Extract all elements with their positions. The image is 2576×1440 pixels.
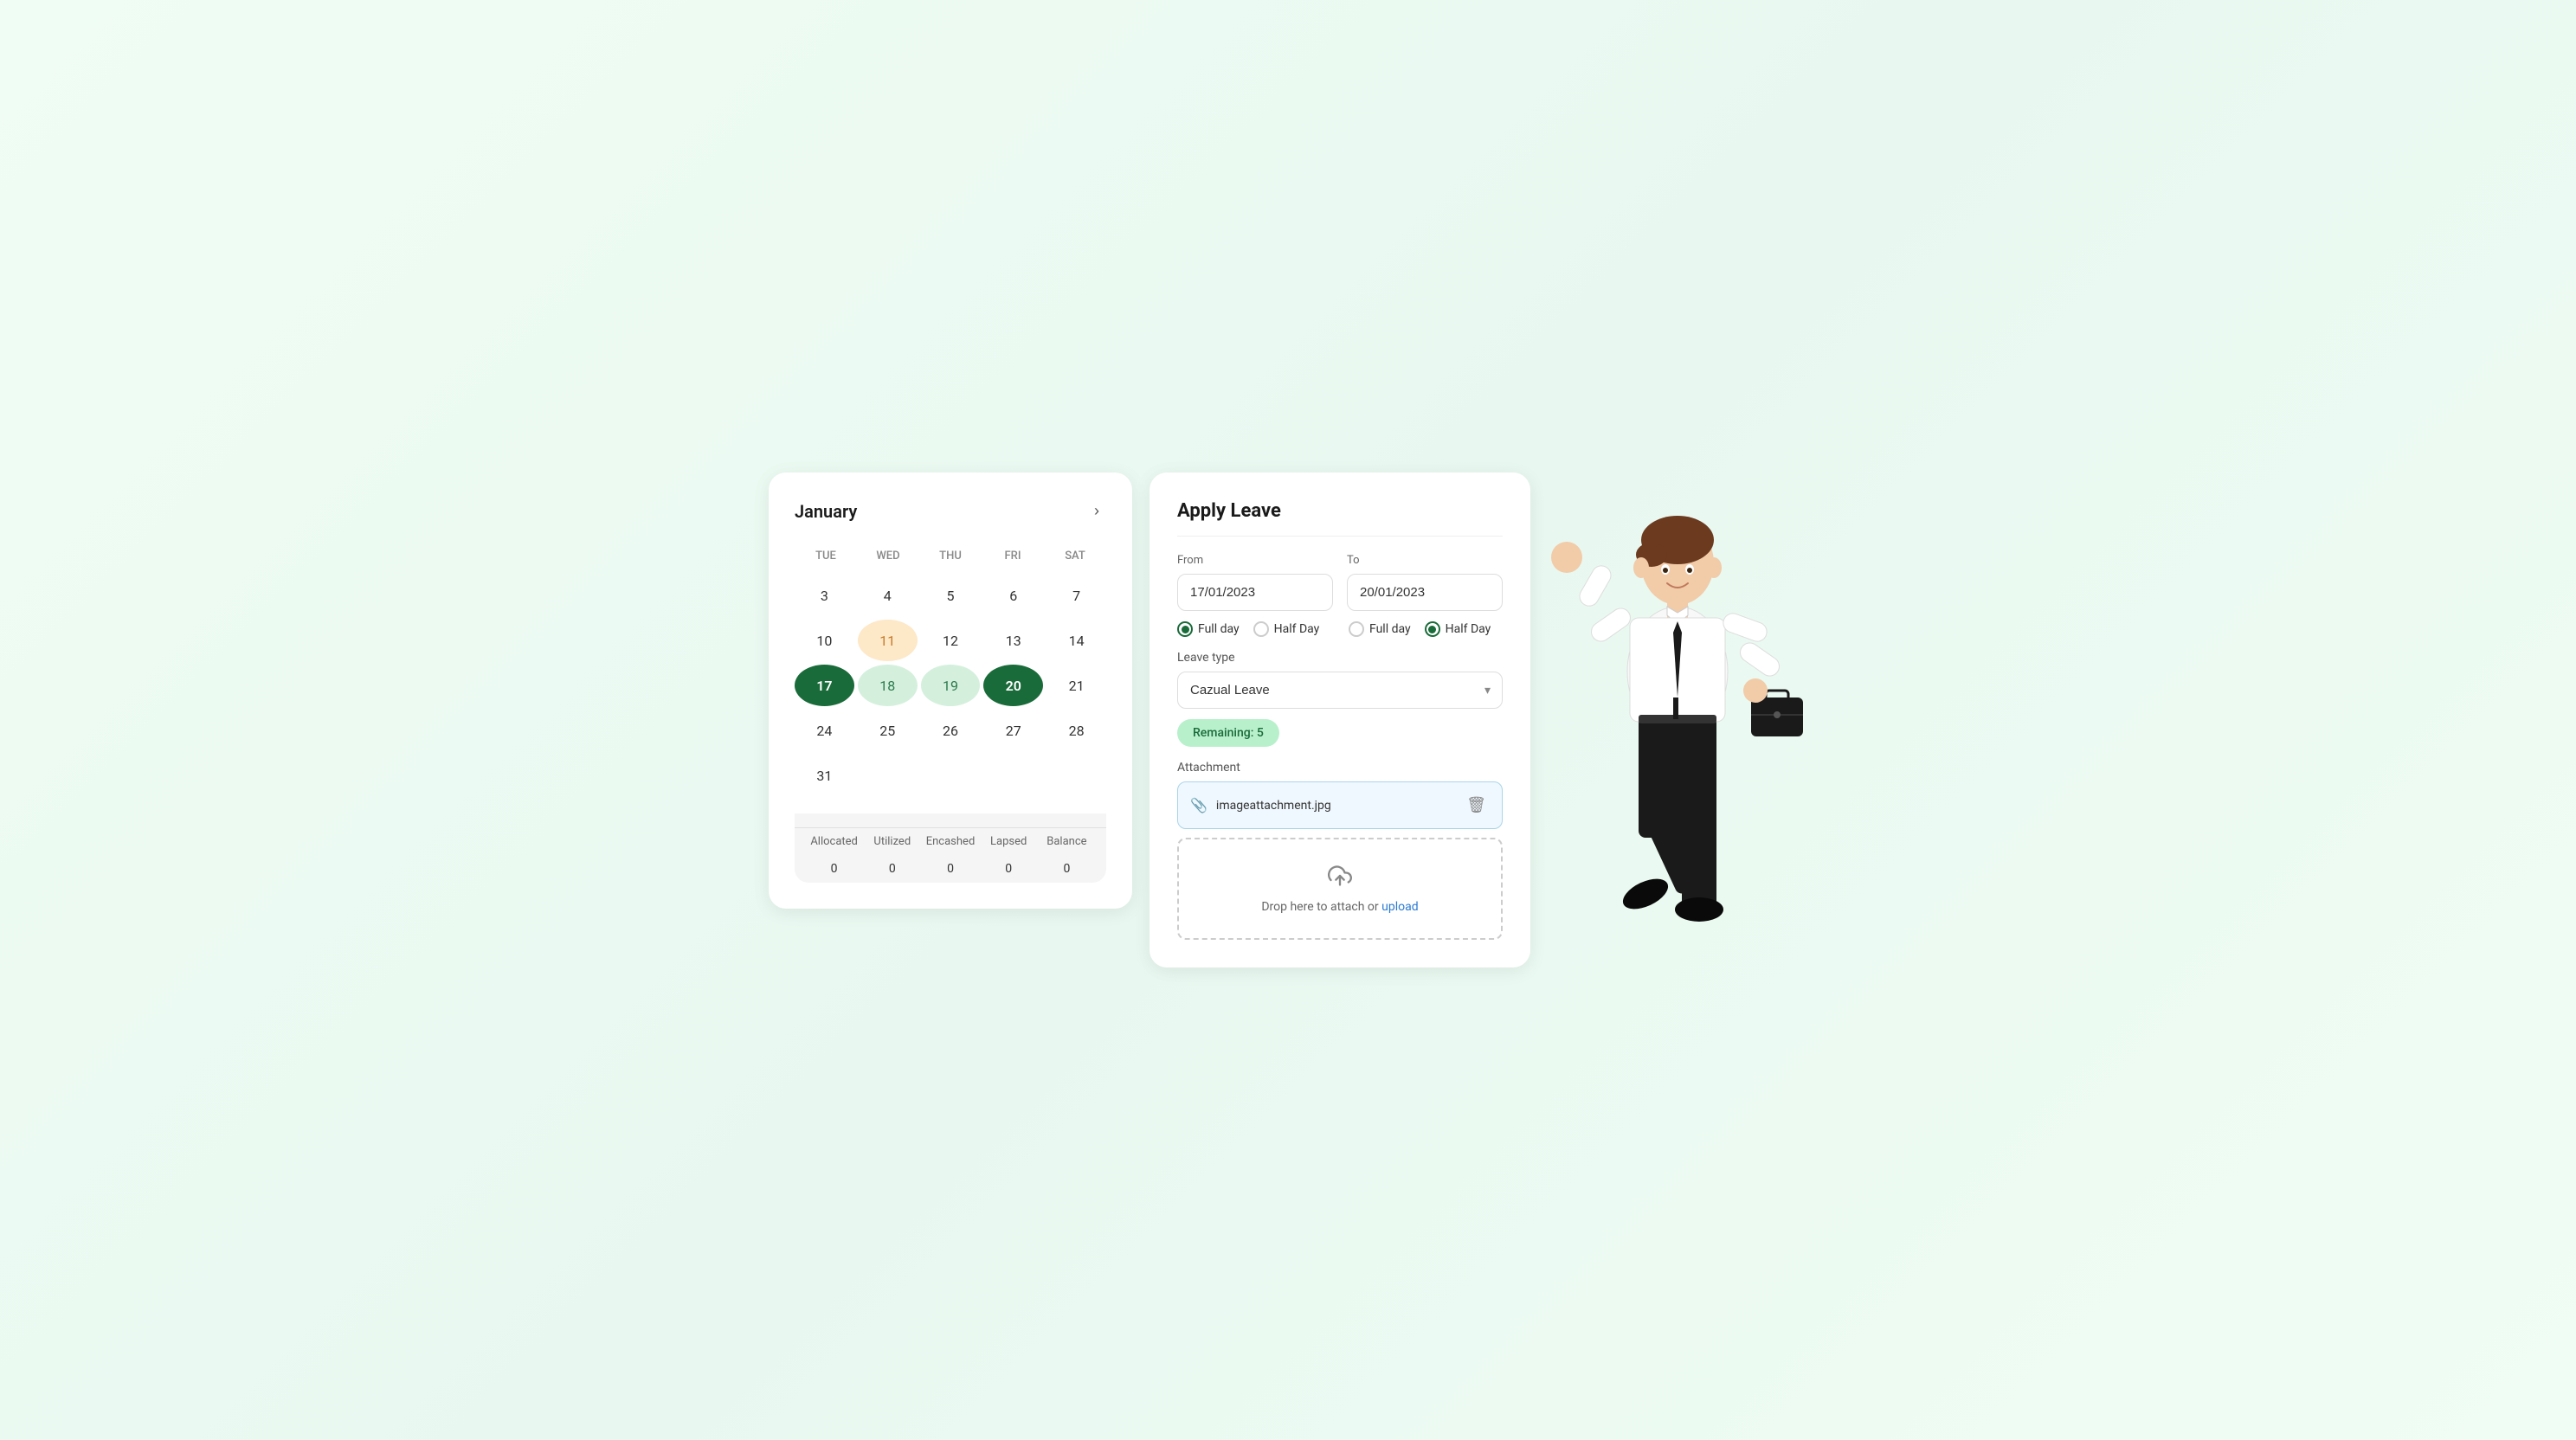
day-cell-12[interactable]: 12 — [921, 620, 981, 661]
remaining-badge: Remaining: 5 — [1177, 719, 1279, 747]
col-utilized: Utilized — [863, 835, 921, 848]
paperclip-icon: 📎 — [1190, 797, 1208, 813]
day-cell-17[interactable]: 17 — [795, 665, 854, 706]
day-cell-11[interactable]: 11 — [858, 620, 918, 661]
from-radio-group: Full day Half Day — [1177, 621, 1331, 637]
calendar-next-button[interactable]: › — [1087, 498, 1106, 524]
man-svg — [1548, 472, 1807, 922]
day-cell-31[interactable]: 31 — [795, 755, 854, 796]
upload-link[interactable]: upload — [1381, 900, 1418, 914]
upload-drop-text: Drop here to attach or upload — [1196, 900, 1484, 914]
weekday-sat: SAT — [1044, 544, 1106, 568]
day-cell-21[interactable]: 21 — [1046, 665, 1106, 706]
delete-attachment-icon[interactable]: 🗑 — [1463, 793, 1490, 818]
attachment-filename: imageattachment.jpg — [1216, 799, 1331, 813]
from-fullday-label: Full day — [1198, 622, 1240, 636]
leave-type-select[interactable]: Cazual Leave Sick Leave Annual Leave Mat… — [1177, 672, 1503, 709]
man-illustration — [1548, 472, 1807, 922]
day-cell-28[interactable]: 28 — [1046, 710, 1106, 751]
upload-zone[interactable]: Drop here to attach or upload — [1177, 838, 1503, 940]
to-fullday-radio[interactable] — [1349, 621, 1364, 637]
calendar-weekdays: TUE WED THU FRI SAT — [795, 544, 1106, 568]
calendar-bottom: Allocated Utilized Encashed Lapsed Balan… — [795, 813, 1106, 883]
man-figure-area — [1548, 472, 1807, 922]
val-encashed: 0 — [921, 862, 979, 876]
day-cell-27[interactable]: 27 — [983, 710, 1043, 751]
calendar-header: January › — [795, 498, 1106, 524]
apply-leave-title: Apply Leave — [1177, 500, 1503, 537]
val-allocated: 0 — [805, 862, 863, 876]
upload-icon — [1196, 864, 1484, 893]
day-cell-4[interactable]: 4 — [858, 575, 918, 616]
calendar-card: January › TUE WED THU FRI SAT 3456710111… — [769, 472, 1132, 909]
day-cell-26[interactable]: 26 — [921, 710, 981, 751]
main-container: January › TUE WED THU FRI SAT 3456710111… — [769, 472, 1807, 968]
calendar-days-grid: 34567 1011121314 1718192021 2425262728 31 — [795, 575, 1106, 796]
to-halfday-option[interactable]: Half Day — [1425, 621, 1491, 637]
from-halfday-radio[interactable] — [1253, 621, 1269, 637]
to-radio-group: Full day Half Day — [1349, 621, 1503, 637]
weekday-fri: FRI — [982, 544, 1044, 568]
day-cell-empty — [1046, 755, 1106, 796]
day-cell-20[interactable]: 20 — [983, 665, 1043, 706]
apply-leave-card: Apply Leave From To Full day — [1150, 472, 1530, 968]
col-balance: Balance — [1038, 835, 1096, 848]
day-cell-10[interactable]: 10 — [795, 620, 854, 661]
from-halfday-label: Half Day — [1274, 622, 1320, 636]
from-fullday-radio[interactable] — [1177, 621, 1193, 637]
attachment-label: Attachment — [1177, 761, 1503, 775]
from-date-input[interactable] — [1177, 574, 1333, 611]
from-halfday-option[interactable]: Half Day — [1253, 621, 1320, 637]
to-fullday-label: Full day — [1369, 622, 1411, 636]
to-label: To — [1347, 554, 1503, 567]
to-fullday-option[interactable]: Full day — [1349, 621, 1411, 637]
day-cell-18[interactable]: 18 — [858, 665, 918, 706]
calendar-table-header: Allocated Utilized Encashed Lapsed Balan… — [795, 827, 1106, 855]
day-cell-13[interactable]: 13 — [983, 620, 1043, 661]
attachment-file-row: 📎 imageattachment.jpg 🗑 — [1177, 781, 1503, 829]
day-cell-3[interactable]: 3 — [795, 575, 854, 616]
weekday-thu: THU — [919, 544, 982, 568]
day-cell-empty — [921, 755, 981, 796]
attachment-file-left: 📎 imageattachment.jpg — [1190, 797, 1331, 813]
day-cell-19[interactable]: 19 — [921, 665, 981, 706]
day-cell-24[interactable]: 24 — [795, 710, 854, 751]
weekday-wed: WED — [857, 544, 919, 568]
day-cell-25[interactable]: 25 — [858, 710, 918, 751]
to-date-group: To — [1347, 554, 1503, 611]
radio-row: Full day Half Day Full day Half Day — [1177, 621, 1503, 637]
col-encashed: Encashed — [921, 835, 979, 848]
day-cell-6[interactable]: 6 — [983, 575, 1043, 616]
leave-type-label: Leave type — [1177, 651, 1503, 665]
col-lapsed: Lapsed — [980, 835, 1038, 848]
to-date-input[interactable] — [1347, 574, 1503, 611]
day-cell-7[interactable]: 7 — [1046, 575, 1106, 616]
day-cell-14[interactable]: 14 — [1046, 620, 1106, 661]
leave-type-wrapper: Cazual Leave Sick Leave Annual Leave Mat… — [1177, 672, 1503, 709]
calendar-grid: TUE WED THU FRI SAT 34567 1011121314 17181… — [795, 544, 1106, 796]
val-balance: 0 — [1038, 862, 1096, 876]
date-row: From To — [1177, 554, 1503, 611]
day-cell-empty — [983, 755, 1043, 796]
calendar-month-title: January — [795, 501, 857, 522]
from-date-group: From — [1177, 554, 1333, 611]
from-label: From — [1177, 554, 1333, 567]
to-halfday-radio[interactable] — [1425, 621, 1440, 637]
val-utilized: 0 — [863, 862, 921, 876]
col-allocated: Allocated — [805, 835, 863, 848]
day-cell-5[interactable]: 5 — [921, 575, 981, 616]
from-fullday-option[interactable]: Full day — [1177, 621, 1240, 637]
weekday-tue: TUE — [795, 544, 857, 568]
to-halfday-label: Half Day — [1446, 622, 1491, 636]
val-lapsed: 0 — [980, 862, 1038, 876]
day-cell-empty — [858, 755, 918, 796]
calendar-table-row: 0 0 0 0 0 — [795, 855, 1106, 883]
